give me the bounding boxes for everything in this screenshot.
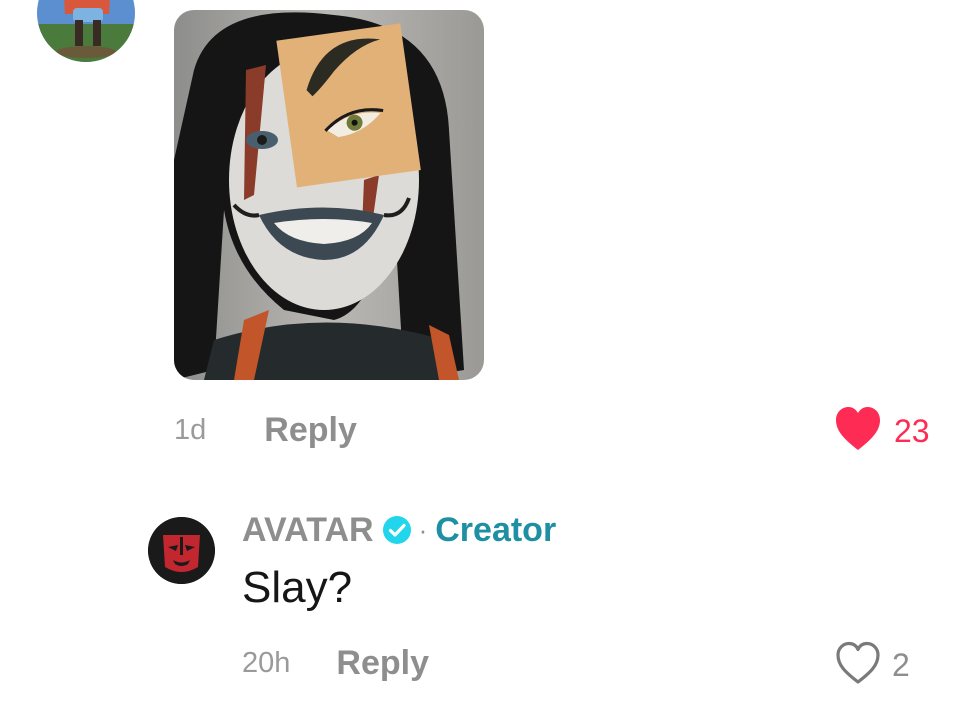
reply-like-count: 2 (892, 647, 910, 683)
creator-label: Creator (435, 510, 557, 549)
comment-reply-button[interactable]: Reply (264, 411, 357, 450)
comment-timestamp: 1d (174, 413, 207, 446)
reply-username[interactable]: AVATAR (242, 511, 374, 550)
comment-like-count: 23 (894, 413, 930, 449)
comment-image[interactable] (174, 10, 484, 380)
reply-like-button[interactable]: 2 (835, 641, 910, 690)
separator-dot: · (418, 514, 428, 545)
comment-meta: 1d Reply (174, 405, 357, 455)
reply-text: Slay? (242, 563, 353, 612)
reply-reply-button[interactable]: Reply (336, 644, 429, 683)
reply-timestamp: 20h (242, 646, 291, 679)
reply-header: AVATAR · Creator (242, 508, 556, 552)
reply-meta: 20h Reply (242, 638, 429, 688)
reply-avatar[interactable] (148, 517, 215, 584)
heart-filled-icon (834, 406, 882, 457)
commenter-avatar[interactable] (37, 0, 135, 62)
verified-badge-icon (382, 515, 412, 545)
heart-outline-icon (835, 641, 881, 690)
comment-like-button[interactable]: 23 (834, 406, 930, 457)
